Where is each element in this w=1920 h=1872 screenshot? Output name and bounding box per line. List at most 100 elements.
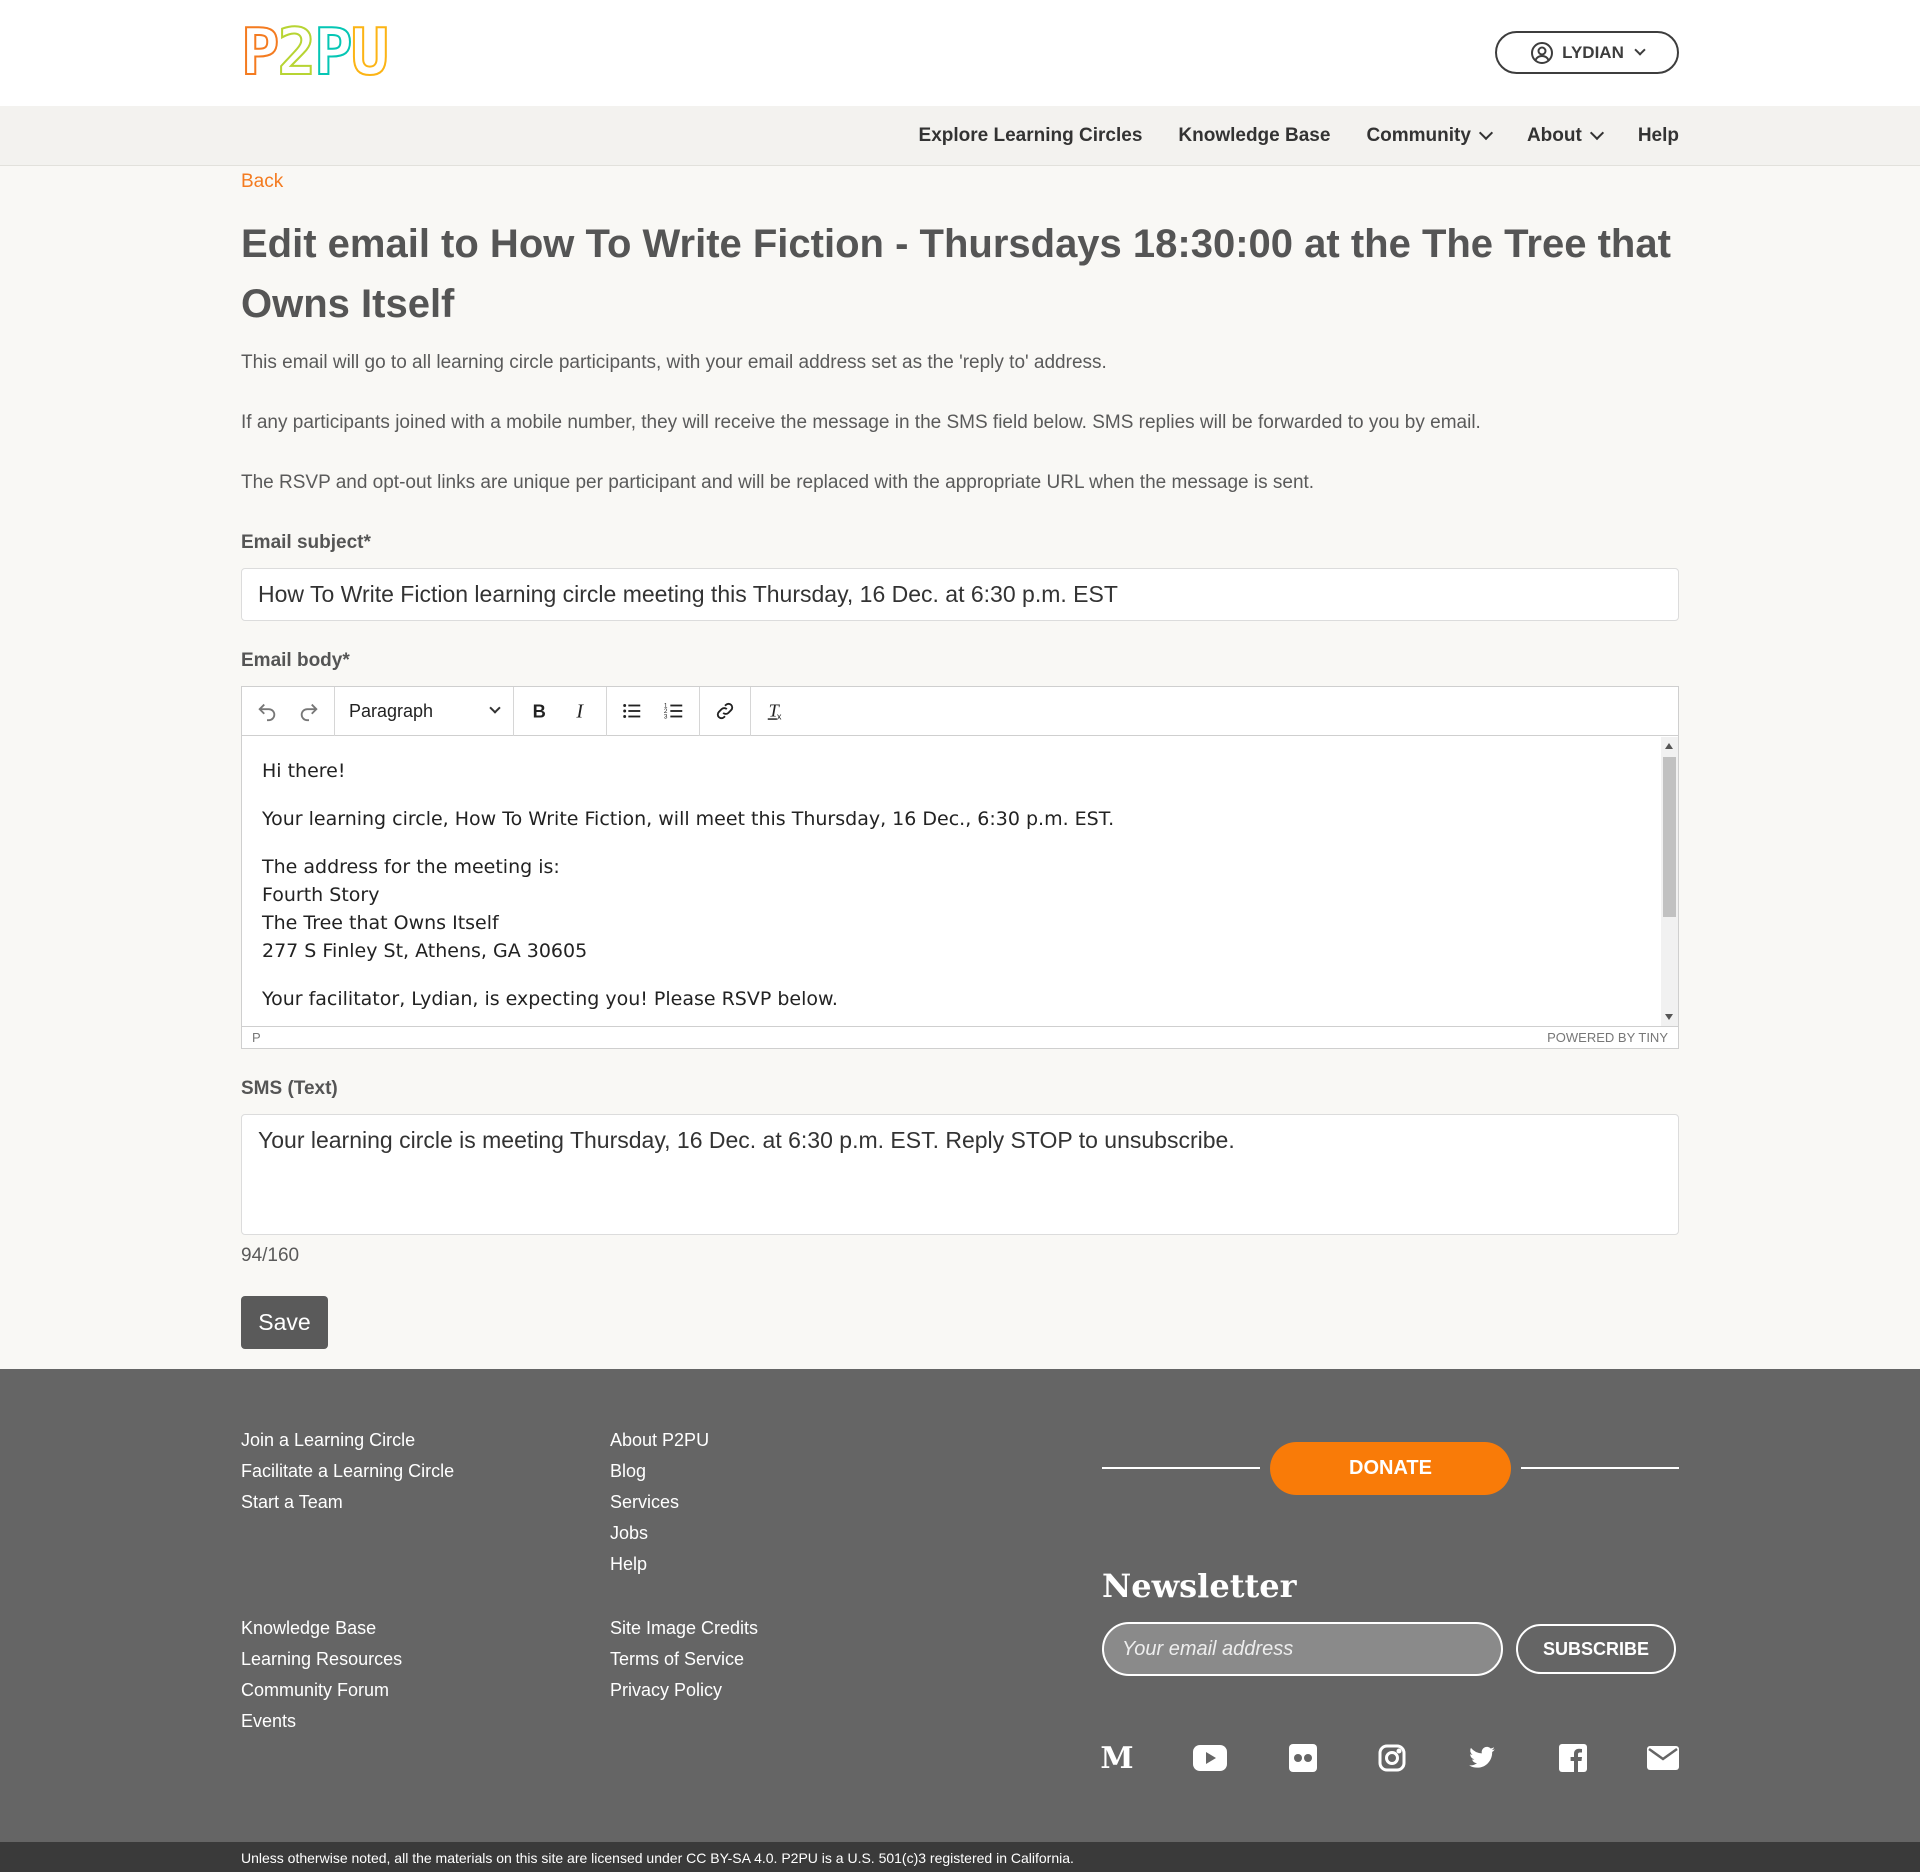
logo-letter: 2	[277, 16, 317, 90]
intro-text: The RSVP and opt-out links are unique pe…	[241, 472, 1315, 493]
logo-letter: P	[240, 16, 280, 90]
nav-knowledge-base[interactable]: Knowledge Base	[1178, 125, 1330, 147]
bullet-list-icon	[623, 704, 641, 718]
footer-links-col2-top: About P2PU Blog Services Jobs Help	[610, 1425, 709, 1580]
link-icon	[716, 702, 734, 720]
back-link[interactable]: Back	[241, 171, 283, 193]
intro-text: This email will go to all learning circl…	[241, 352, 1107, 373]
youtube-icon[interactable]	[1193, 1741, 1227, 1775]
address-line: Fourth Story	[262, 884, 380, 906]
footer-link[interactable]: Terms of Service	[610, 1644, 758, 1675]
footer-link[interactable]: Community Forum	[241, 1675, 402, 1706]
editor-statusbar: P POWERED BY TINY	[242, 1026, 1678, 1048]
save-button[interactable]: Save	[241, 1296, 328, 1349]
nav-explore-learning-circles[interactable]: Explore Learning Circles	[919, 125, 1143, 147]
powered-by-tiny[interactable]: POWERED BY TINY	[1547, 1030, 1668, 1045]
link-group	[700, 686, 751, 736]
bullet-list-button[interactable]	[611, 692, 653, 730]
nav-label: Help	[1637, 125, 1679, 146]
body-paragraph: Hi there!	[262, 760, 346, 782]
body-paragraph: Your facilitator, Lydian, is expecting y…	[262, 988, 838, 1010]
footer-link[interactable]: Facilitate a Learning Circle	[241, 1456, 454, 1487]
clear-group: Tx	[751, 687, 801, 736]
editor-scrollbar[interactable]	[1661, 737, 1678, 1026]
footer-link[interactable]: Events	[241, 1706, 402, 1737]
scroll-thumb[interactable]	[1663, 757, 1676, 917]
newsletter-email-input[interactable]: Your email address	[1102, 1622, 1503, 1676]
svg-text:B: B	[533, 700, 546, 721]
undo-button[interactable]	[246, 692, 288, 730]
twitter-icon[interactable]	[1465, 1741, 1499, 1775]
email-body-editor: Paragraph B I 123 Tx Hi there! Your lear…	[241, 686, 1679, 1049]
nav-about[interactable]: About	[1527, 125, 1604, 147]
nav-label: Community	[1366, 125, 1471, 146]
nav-label: Knowledge Base	[1178, 125, 1331, 146]
clear-formatting-button[interactable]: Tx	[755, 692, 797, 730]
footer-link[interactable]: Blog	[610, 1456, 709, 1487]
numbered-list-icon: 123	[664, 702, 683, 720]
newsletter-heading: Newsletter	[1102, 1567, 1297, 1605]
undo-icon	[258, 703, 276, 722]
mail-icon[interactable]	[1646, 1741, 1680, 1775]
logo-letter: P	[313, 16, 353, 90]
user-menu-button[interactable]: LYDIAN	[1495, 31, 1679, 74]
footer-link[interactable]: Join a Learning Circle	[241, 1425, 454, 1456]
editor-content[interactable]: Hi there! Your learning circle, How To W…	[242, 737, 1661, 1026]
scroll-down-arrow-icon[interactable]	[1665, 1014, 1673, 1020]
footer-link[interactable]: Jobs	[610, 1518, 709, 1549]
footer-link[interactable]: Privacy Policy	[610, 1675, 758, 1706]
footer-link[interactable]: Learning Resources	[241, 1644, 402, 1675]
footer-link[interactable]: Services	[610, 1487, 709, 1518]
bold-button[interactable]: B	[518, 692, 560, 730]
divider-line	[1521, 1467, 1679, 1469]
intro-text: If any participants joined with a mobile…	[241, 412, 1481, 433]
main-nav: Explore Learning Circles Knowledge Base …	[919, 106, 1679, 166]
nav-label: Explore Learning Circles	[918, 125, 1143, 146]
clear-formatting-icon: Tx	[767, 701, 782, 721]
user-circle-icon	[1531, 41, 1554, 64]
numbered-list-button[interactable]: 123	[653, 692, 695, 730]
footer-links-col2-bottom: Site Image Credits Terms of Service Priv…	[610, 1613, 758, 1706]
email-subject-input[interactable]: How To Write Fiction learning circle mee…	[241, 568, 1679, 621]
p2pu-logo[interactable]: P 2 P U	[240, 16, 390, 90]
footer-link[interactable]: Site Image Credits	[610, 1613, 758, 1644]
link-button[interactable]	[704, 692, 746, 730]
sms-label: SMS (Text)	[241, 1078, 338, 1099]
body-paragraph: Your learning circle, How To Write Ficti…	[262, 808, 1115, 830]
svg-text:I: I	[575, 700, 584, 722]
nav-help[interactable]: Help	[1638, 125, 1679, 147]
body-paragraph-address: The address for the meeting is: Fourth S…	[262, 853, 1641, 965]
nav-community[interactable]: Community	[1366, 125, 1494, 147]
block-format-value: Paragraph	[349, 700, 434, 721]
element-path[interactable]: P	[252, 1030, 261, 1045]
user-name: LYDIAN	[1562, 42, 1624, 62]
editor-toolbar: Paragraph B I 123 Tx	[242, 686, 1678, 736]
donate-button[interactable]: DONATE	[1270, 1442, 1511, 1495]
italic-icon: I	[575, 700, 584, 722]
chevron-down-icon	[1634, 43, 1646, 56]
footer-links-col1-top: Join a Learning Circle Facilitate a Lear…	[241, 1425, 454, 1518]
scroll-up-arrow-icon[interactable]	[1665, 743, 1673, 749]
footer-link[interactable]: Help	[610, 1549, 709, 1580]
bold-icon: B	[533, 700, 546, 721]
format-group: Paragraph	[335, 686, 514, 736]
sms-textarea[interactable]: Your learning circle is meeting Thursday…	[241, 1114, 1679, 1235]
block-format-select[interactable]: Paragraph	[339, 692, 509, 730]
facebook-icon[interactable]	[1556, 1741, 1590, 1775]
medium-icon[interactable]: M	[1100, 1741, 1134, 1776]
subscribe-button[interactable]: SUBSCRIBE	[1516, 1624, 1676, 1674]
history-group	[242, 686, 335, 736]
italic-button[interactable]: I	[560, 692, 602, 730]
chevron-down-icon	[1478, 125, 1494, 141]
sms-character-counter: 94/160	[241, 1245, 300, 1266]
page-title: Edit email to How To Write Fiction - Thu…	[241, 222, 1671, 326]
footer-link[interactable]: Start a Team	[241, 1487, 454, 1518]
footer-link[interactable]: About P2PU	[610, 1425, 709, 1456]
flickr-icon[interactable]	[1286, 1741, 1320, 1775]
footer-links-col1-bottom: Knowledge Base Learning Resources Commun…	[241, 1613, 402, 1737]
svg-text:3: 3	[664, 713, 668, 720]
redo-button[interactable]	[288, 692, 330, 730]
instagram-icon[interactable]	[1375, 1741, 1409, 1775]
main-nav-bar: Explore Learning Circles Knowledge Base …	[0, 106, 1920, 166]
footer-link[interactable]: Knowledge Base	[241, 1613, 402, 1644]
